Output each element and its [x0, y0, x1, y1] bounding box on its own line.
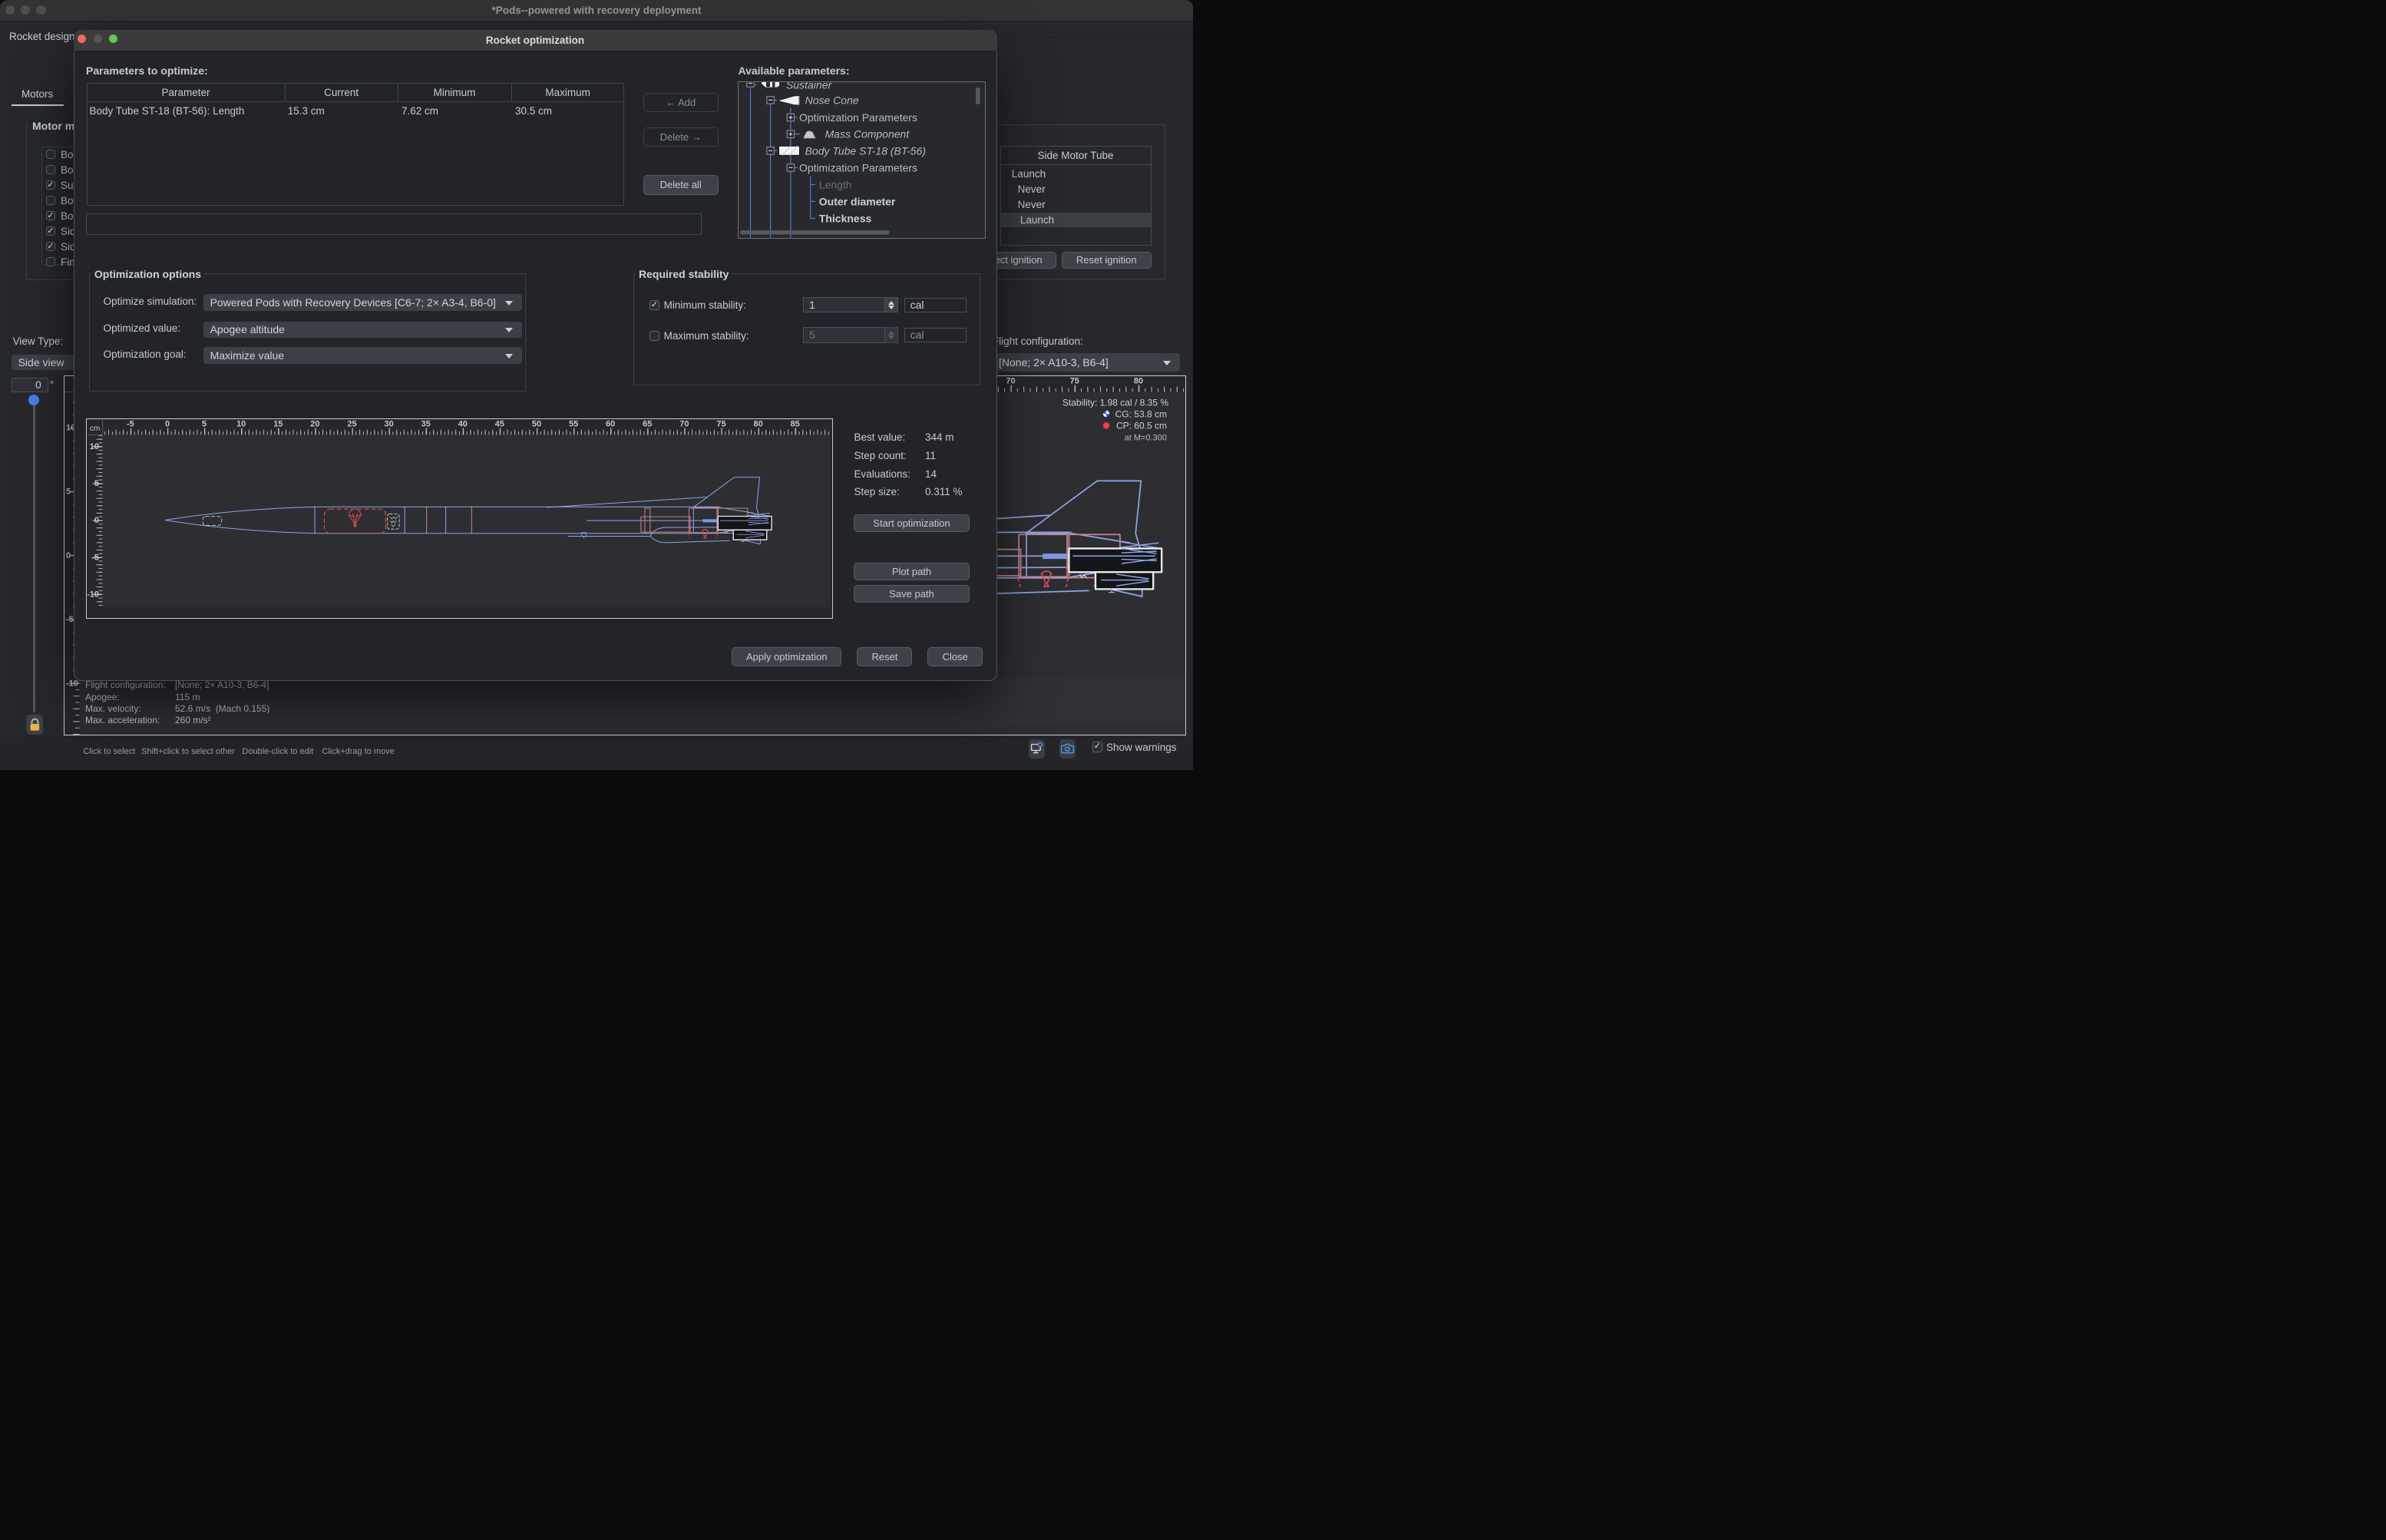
svg-text:25: 25 — [347, 420, 356, 429]
svg-text:85: 85 — [790, 420, 799, 429]
svg-text:Optimization Parameters: Optimization Parameters — [799, 111, 917, 124]
svg-text:75: 75 — [1070, 377, 1079, 386]
svg-text:40: 40 — [458, 420, 468, 429]
svg-text:5: 5 — [202, 420, 207, 429]
svg-text:Stability: 1.98 cal / 8.35 %: Stability: 1.98 cal / 8.35 % — [1062, 397, 1168, 408]
svg-text:CG: 53.8 cm: CG: 53.8 cm — [1115, 408, 1167, 419]
svg-text:55: 55 — [569, 420, 578, 429]
svg-text:75: 75 — [716, 420, 725, 429]
svg-text:50: 50 — [532, 420, 541, 429]
svg-text:30: 30 — [384, 420, 393, 429]
svg-text:70: 70 — [1006, 377, 1015, 386]
svg-text:0: 0 — [66, 550, 71, 560]
svg-text:cm: cm — [90, 425, 100, 433]
svg-text:Length: Length — [819, 178, 852, 190]
svg-text:80: 80 — [1134, 377, 1143, 386]
svg-text:Outer diameter: Outer diameter — [819, 195, 896, 207]
svg-text:0: 0 — [94, 516, 99, 525]
svg-text:-10: -10 — [88, 590, 99, 599]
svg-text:0: 0 — [165, 420, 170, 429]
svg-text:45: 45 — [495, 420, 504, 429]
svg-text:15: 15 — [273, 420, 283, 429]
svg-text:80: 80 — [753, 420, 762, 429]
svg-text:Mass Component: Mass Component — [825, 128, 910, 140]
svg-text:Optimization Parameters: Optimization Parameters — [799, 161, 917, 173]
svg-text:-5: -5 — [127, 420, 134, 429]
svg-text:10: 10 — [90, 442, 99, 451]
svg-text:Thickness: Thickness — [819, 212, 872, 224]
svg-text:Nose Cone: Nose Cone — [805, 94, 859, 106]
svg-text:Body Tube ST-18 (BT-56): Body Tube ST-18 (BT-56) — [805, 144, 926, 157]
svg-text:CP: 60.5 cm: CP: 60.5 cm — [1116, 420, 1167, 431]
svg-text:at M=0.300: at M=0.300 — [1125, 433, 1167, 442]
svg-text:20: 20 — [310, 420, 319, 429]
svg-text:35: 35 — [421, 420, 430, 429]
svg-text:5: 5 — [66, 487, 71, 496]
svg-text:-5: -5 — [66, 615, 74, 624]
svg-text:Sustainer: Sustainer — [786, 82, 832, 91]
svg-text:-10: -10 — [66, 679, 78, 688]
svg-text:5: 5 — [94, 479, 99, 488]
svg-text:-5: -5 — [91, 553, 99, 562]
svg-text:60: 60 — [606, 420, 615, 429]
svg-text:10: 10 — [236, 420, 246, 429]
svg-text:70: 70 — [679, 420, 689, 429]
svg-text:65: 65 — [643, 420, 652, 429]
